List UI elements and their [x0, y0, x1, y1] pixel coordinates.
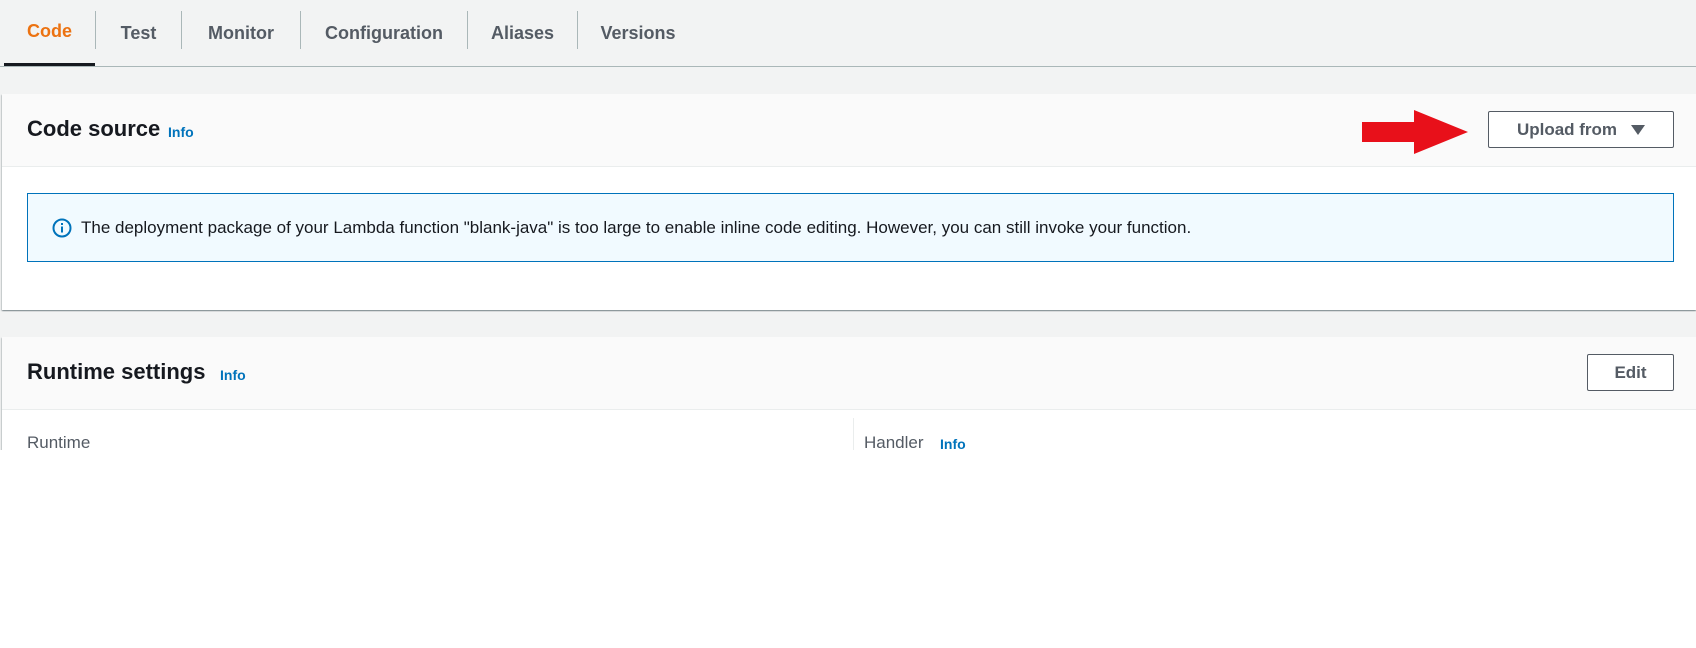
code-source-info-link[interactable]: Info — [168, 124, 194, 140]
column-divider — [853, 418, 854, 450]
handler-label: Handler — [864, 433, 924, 450]
alert-message: The deployment package of your Lambda fu… — [81, 218, 1192, 237]
runtime-settings-header: Runtime settings Info Edit — [2, 337, 1696, 410]
tab-aliases[interactable]: Aliases — [468, 0, 577, 66]
code-source-title: Code source — [27, 116, 161, 141]
upload-from-button[interactable]: Upload from — [1488, 111, 1674, 148]
code-source-header: Code source Info Upload from — [2, 94, 1696, 167]
code-source-panel: Code source Info Upload from The deploym… — [2, 94, 1696, 310]
inline-editing-alert: The deployment package of your Lambda fu… — [27, 193, 1674, 262]
info-circle-icon — [52, 218, 72, 238]
viewport: Code Test Monitor Configuration Aliases … — [0, 0, 1696, 648]
edit-runtime-button[interactable]: Edit — [1587, 354, 1674, 391]
tab-monitor[interactable]: Monitor — [182, 0, 300, 66]
runtime-settings-info-link[interactable]: Info — [220, 367, 246, 383]
tab-configuration[interactable]: Configuration — [301, 0, 467, 66]
red-arrow-icon — [1362, 110, 1468, 154]
tab-code[interactable]: Code — [4, 0, 95, 66]
tab-test[interactable]: Test — [96, 0, 181, 66]
lambda-console-view: Code Test Monitor Configuration Aliases … — [0, 0, 1696, 450]
runtime-label: Runtime — [27, 433, 91, 450]
upload-from-label: Upload from — [1516, 119, 1618, 139]
caret-down-icon — [1631, 124, 1646, 135]
tab-versions[interactable]: Versions — [578, 0, 698, 66]
handler-info-link[interactable]: Info — [940, 436, 966, 450]
runtime-settings-title: Runtime settings — [27, 359, 206, 384]
runtime-settings-panel: Runtime settings Info Edit Runtime Handl… — [2, 337, 1696, 450]
function-tabs: Code Test Monitor Configuration Aliases … — [0, 0, 1696, 67]
